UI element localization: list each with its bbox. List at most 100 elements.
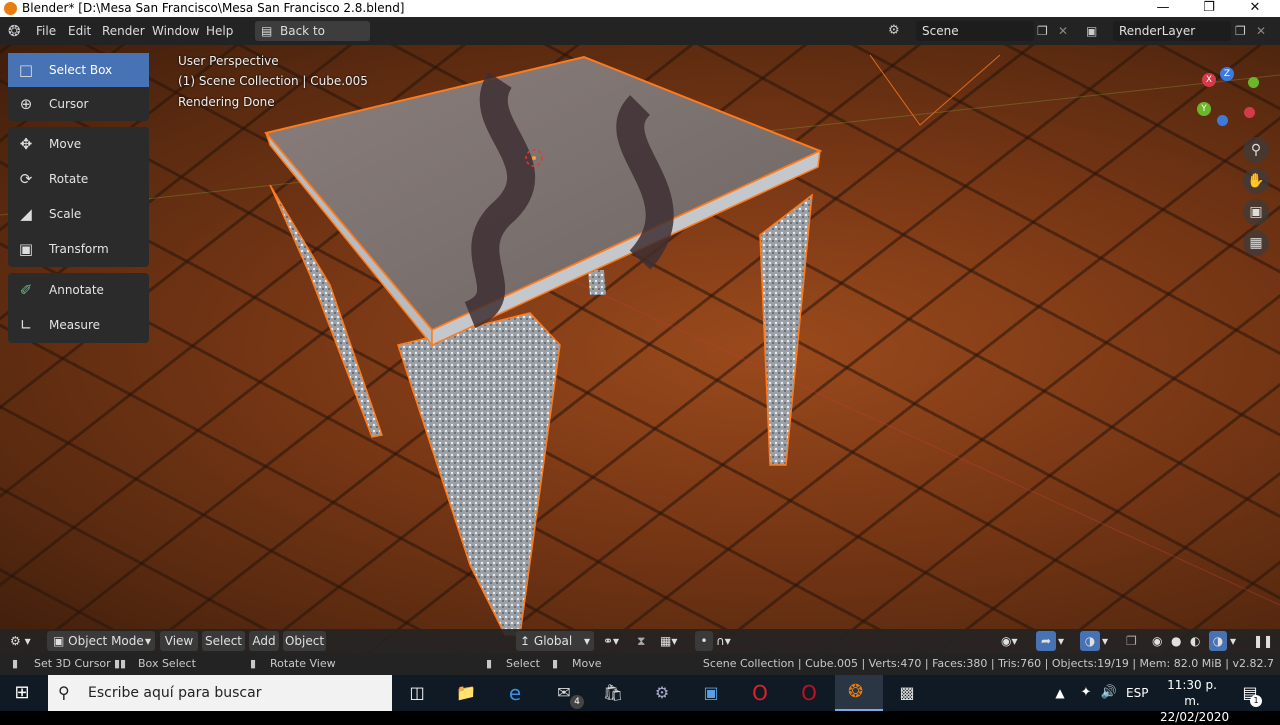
menu-add[interactable]: Add xyxy=(249,631,279,651)
file-explorer-icon[interactable]: 📁 xyxy=(454,681,478,705)
orientation-dropdown[interactable]: ↥ Global ▾ xyxy=(516,631,594,651)
photos-icon[interactable]: ▣ xyxy=(699,681,723,705)
app-window-icon[interactable]: ▩ xyxy=(895,681,919,705)
mouse-left-icon: ▮ xyxy=(12,657,19,670)
gizmo-neg-x[interactable] xyxy=(1244,107,1255,118)
tool-rotate-label: Rotate xyxy=(49,172,89,186)
cursor-icon: ⊕ xyxy=(19,95,33,113)
tool-scale-label: Scale xyxy=(49,207,82,221)
menu-window[interactable]: Window xyxy=(152,17,199,45)
solid-shading-icon[interactable]: ● xyxy=(1171,631,1189,651)
menu-edit[interactable]: Edit xyxy=(68,17,91,45)
editor-type-icon[interactable]: ⚙ ▾ xyxy=(10,631,40,651)
material-shading-icon[interactable]: ◐ xyxy=(1190,631,1208,651)
task-view-icon[interactable]: ◫ xyxy=(405,681,429,705)
grid-x-axis-line xyxy=(559,274,1280,606)
snap-icon[interactable]: ⧗ xyxy=(637,631,655,651)
mouse-drag-icon: ▮▮ xyxy=(114,657,127,670)
gizmo-neg-y[interactable] xyxy=(1248,77,1259,88)
new-layer-icon[interactable]: ❐ xyxy=(1235,21,1253,41)
view-layer-icon[interactable]: ▣ xyxy=(1086,21,1110,41)
tool-annotate[interactable]: ✐ Annotate xyxy=(8,273,149,307)
menu-help[interactable]: Help xyxy=(206,17,233,45)
tool-measure[interactable]: ∟ Measure xyxy=(8,308,149,342)
tool-group-select: □ Select Box ⊕ Cursor xyxy=(8,53,149,121)
orientation-label: Global xyxy=(533,634,573,648)
hand-pan-icon[interactable]: ✋ xyxy=(1243,168,1269,194)
zoom-icon[interactable]: ⚲ xyxy=(1243,137,1269,163)
scene-selector-icon[interactable]: ⚙ xyxy=(888,21,910,41)
clock[interactable]: 11:30 p. m. 22/02/2020 xyxy=(1160,677,1229,725)
tool-transform[interactable]: ▣ Transform xyxy=(8,232,149,266)
chevron-down-icon: ▾ xyxy=(583,634,590,648)
opera-gx-icon[interactable]: O xyxy=(797,681,821,705)
snap-target-icon[interactable]: ▦▾ xyxy=(660,631,686,651)
tool-rotate[interactable]: ⟳ Rotate xyxy=(8,162,149,196)
delete-layer-icon[interactable]: ✕ xyxy=(1256,21,1270,41)
close-icon[interactable]: ✕ xyxy=(1232,0,1278,17)
3d-viewport[interactable]: User Perspective (1) Scene Collection | … xyxy=(0,45,1280,653)
menu-render[interactable]: Render xyxy=(102,17,145,45)
status-box-select: Box Select xyxy=(138,657,196,670)
mail-badge: 4 xyxy=(570,695,584,709)
menu-select[interactable]: Select xyxy=(202,631,245,651)
language-indicator[interactable]: ESP xyxy=(1126,675,1148,711)
delete-scene-icon[interactable]: ✕ xyxy=(1058,21,1072,41)
minimize-icon[interactable]: — xyxy=(1140,0,1186,17)
xray-icon[interactable]: ❐ xyxy=(1126,631,1144,651)
gizmo-z-axis[interactable]: Z xyxy=(1220,67,1234,81)
rendered-shading-icon[interactable]: ◑ xyxy=(1209,631,1227,651)
menu-view[interactable]: View xyxy=(160,631,198,651)
app-icon[interactable]: ⚙ xyxy=(650,681,674,705)
pivot-icon[interactable]: ⚭▾ xyxy=(603,631,633,651)
tool-scale[interactable]: ◢ Scale xyxy=(8,197,149,231)
overlay-toggle-icon[interactable]: ◑ xyxy=(1080,631,1100,651)
table-leg-right xyxy=(759,193,813,466)
tool-move[interactable]: ✥ Move xyxy=(8,127,149,161)
viewport-status-label: Rendering Done xyxy=(178,95,275,109)
menu-object[interactable]: Object xyxy=(283,631,326,651)
camera-view-icon[interactable]: ▣ xyxy=(1243,199,1269,225)
new-scene-icon[interactable]: ❐ xyxy=(1037,21,1055,41)
gizmo-toggle-icon[interactable]: ➦ xyxy=(1036,631,1056,651)
orientation-icon: ↥ xyxy=(520,634,531,648)
tool-select-box[interactable]: □ Select Box xyxy=(8,53,149,87)
clock-time: 11:30 p. m. xyxy=(1167,678,1217,708)
windows-start-icon[interactable]: ⊞ xyxy=(10,681,34,705)
scale-icon: ◢ xyxy=(20,205,32,223)
gizmo-y-axis[interactable]: Y xyxy=(1197,102,1211,116)
tray-overflow-icon[interactable]: ▲ xyxy=(1048,681,1072,705)
maximize-icon[interactable]: ❐ xyxy=(1186,0,1232,17)
back-icon: ▤ xyxy=(261,24,273,38)
store-icon[interactable]: 🛍 xyxy=(601,681,625,705)
proportional-edit-icon[interactable]: • xyxy=(695,631,713,651)
volume-icon[interactable]: 🔊 xyxy=(1097,681,1121,705)
chevron-down-icon[interactable]: ▾ xyxy=(1058,631,1072,651)
tool-cursor[interactable]: ⊕ Cursor xyxy=(8,87,149,121)
menu-file[interactable]: File xyxy=(36,17,56,45)
annotate-pen-icon: ✐ xyxy=(19,281,33,299)
blender-menu-icon[interactable]: ❂ xyxy=(8,17,21,45)
grid-ortho-icon[interactable]: ▦ xyxy=(1243,230,1269,256)
falloff-icon[interactable]: ∩▾ xyxy=(716,631,744,651)
back-to-previous-button[interactable]: ▤ Back to Previous xyxy=(255,21,370,58)
pause-render-icon[interactable]: ❚❚ xyxy=(1253,631,1273,651)
network-icon[interactable]: ✦ xyxy=(1074,681,1098,705)
chevron-down-icon[interactable]: ▾ xyxy=(1230,631,1242,651)
mode-dropdown[interactable]: ▣ Object Mode ▾ xyxy=(47,631,155,651)
gizmo-neg-z[interactable] xyxy=(1217,115,1228,126)
edge-browser-icon[interactable]: e xyxy=(503,681,527,705)
chevron-down-icon[interactable]: ▾ xyxy=(1102,631,1116,651)
windows-taskbar: ⊞ ⚲ Escribe aquí para buscar ◫ 📁 e ✉ 4 🛍… xyxy=(0,675,1280,724)
scene-render xyxy=(0,54,1280,636)
render-layer-field[interactable]: RenderLayer xyxy=(1113,21,1231,41)
scene-field[interactable]: Scene xyxy=(916,21,1034,41)
visibility-icon[interactable]: ◉▾ xyxy=(1001,631,1031,651)
gizmo-x-axis[interactable]: X xyxy=(1202,73,1216,87)
opera-icon[interactable]: O xyxy=(748,681,772,705)
object-origin xyxy=(532,156,536,160)
wireframe-shading-icon[interactable]: ◉ xyxy=(1152,631,1170,651)
blender-icon: ❂ xyxy=(848,681,864,702)
blender-taskbar-button[interactable]: ❂ xyxy=(835,675,883,711)
taskbar-search-box[interactable]: ⚲ Escribe aquí para buscar xyxy=(48,675,392,711)
